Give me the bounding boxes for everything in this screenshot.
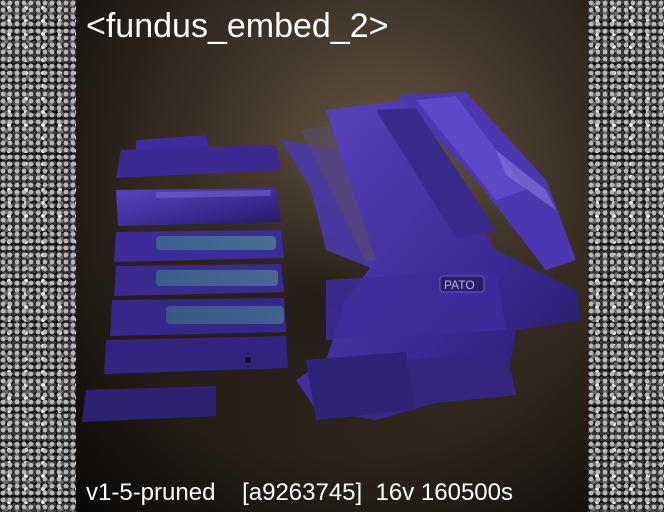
embedding-title: <fundus_embed_2> — [86, 7, 389, 45]
purple-plastic-parts: PATO — [82, 92, 586, 460]
image-frame: PATO <fundus_embed_2> v1-5-pruned [a9263… — [0, 0, 664, 512]
noise-panel-left — [0, 0, 76, 512]
generated-image: PATO <fundus_embed_2> v1-5-pruned [a9263… — [76, 0, 588, 512]
model-caption: v1-5-pruned [a9263745] 16v 160500s — [86, 479, 513, 506]
noise-panel-right — [588, 0, 664, 512]
svg-text:PATO: PATO — [444, 278, 475, 292]
